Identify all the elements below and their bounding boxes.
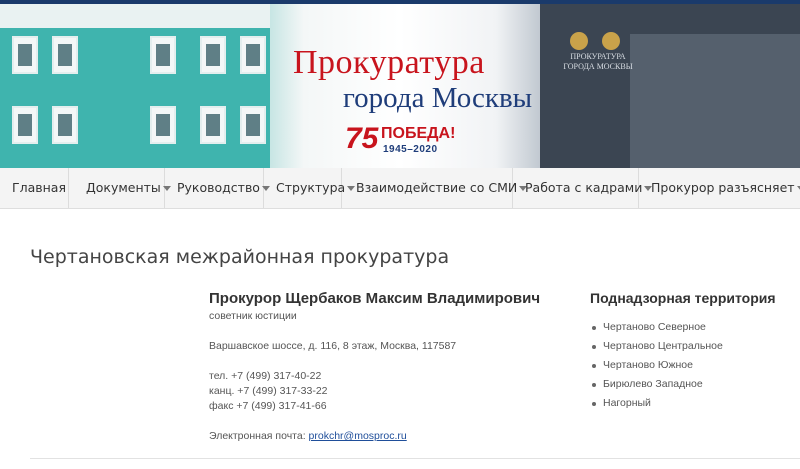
office-address: Варшавское шоссе, д. 116, 8 этаж, Москва… bbox=[209, 340, 457, 352]
building-left-image bbox=[0, 4, 270, 168]
content-divider bbox=[30, 458, 800, 459]
email-row: Электронная почта: prokchr@mosproc.ru bbox=[209, 430, 407, 442]
nav-item-home[interactable]: Главная bbox=[0, 168, 69, 208]
site-title-line2[interactable]: города Москвы bbox=[343, 82, 532, 115]
nav-item-prosecutor-explains[interactable]: Прокурор разъясняет bbox=[639, 168, 800, 208]
list-item: Чертаново Центральное bbox=[590, 337, 790, 356]
nav-item-media[interactable]: Взаимодействие со СМИ bbox=[342, 168, 528, 208]
nav-item-leadership[interactable]: Руководство bbox=[165, 168, 270, 208]
email-label: Электронная почта: bbox=[209, 430, 309, 442]
header-banner: ПРОКУРАТУРА ГОРОДА МОСКВЫ Прокуратура го… bbox=[0, 4, 800, 168]
list-item: Нагорный bbox=[590, 394, 790, 413]
territory-list: Чертаново Северное Чертаново Центральное… bbox=[590, 318, 790, 413]
list-item: Бирюлево Западное bbox=[590, 375, 790, 394]
chevron-down-icon bbox=[796, 186, 800, 191]
phone-fax: факс +7 (499) 317-41-66 bbox=[209, 400, 327, 412]
territory-heading: Поднадзорная территория bbox=[590, 290, 776, 306]
list-item: Чертаново Северное bbox=[590, 318, 790, 337]
nav-item-structure[interactable]: Структура bbox=[264, 168, 356, 208]
nav-item-documents[interactable]: Документы bbox=[69, 168, 171, 208]
nav-item-careers[interactable]: Работа с кадрами bbox=[513, 168, 653, 208]
prosecutor-emblem-icon bbox=[602, 32, 620, 50]
email-link[interactable]: prokchr@mosproc.ru bbox=[309, 430, 407, 442]
victory-badge[interactable]: 75 ПОБЕДА! 1945–2020 bbox=[345, 122, 495, 158]
site-title-line1[interactable]: Прокуратура bbox=[293, 44, 485, 82]
prosecutor-rank: советник юстиции bbox=[209, 310, 297, 322]
building-plaque: ПРОКУРАТУРА ГОРОДА МОСКВЫ bbox=[563, 52, 633, 71]
prosecutor-name: Прокурор Щербаков Максим Владимирович bbox=[209, 290, 541, 307]
main-nav: Главная Документы Руководство Структура … bbox=[0, 168, 800, 209]
victory-text: ПОБЕДА! bbox=[381, 125, 456, 142]
contact-info: Прокурор Щербаков Максим Владимирович со… bbox=[209, 290, 569, 442]
victory-number: 75 bbox=[345, 122, 379, 155]
list-item: Чертаново Южное bbox=[590, 356, 790, 375]
phone-main: тел. +7 (499) 317-40-22 bbox=[209, 370, 322, 382]
phone-office: канц. +7 (499) 317-33-22 bbox=[209, 385, 328, 397]
victory-years: 1945–2020 bbox=[383, 144, 438, 155]
building-right-image: ПРОКУРАТУРА ГОРОДА МОСКВЫ bbox=[540, 4, 800, 168]
territory-panel: Поднадзорная территория Чертаново Северн… bbox=[590, 290, 790, 413]
page-title: Чертановская межрайонная прокуратура bbox=[30, 246, 450, 268]
coat-of-arms-icon bbox=[570, 32, 588, 50]
